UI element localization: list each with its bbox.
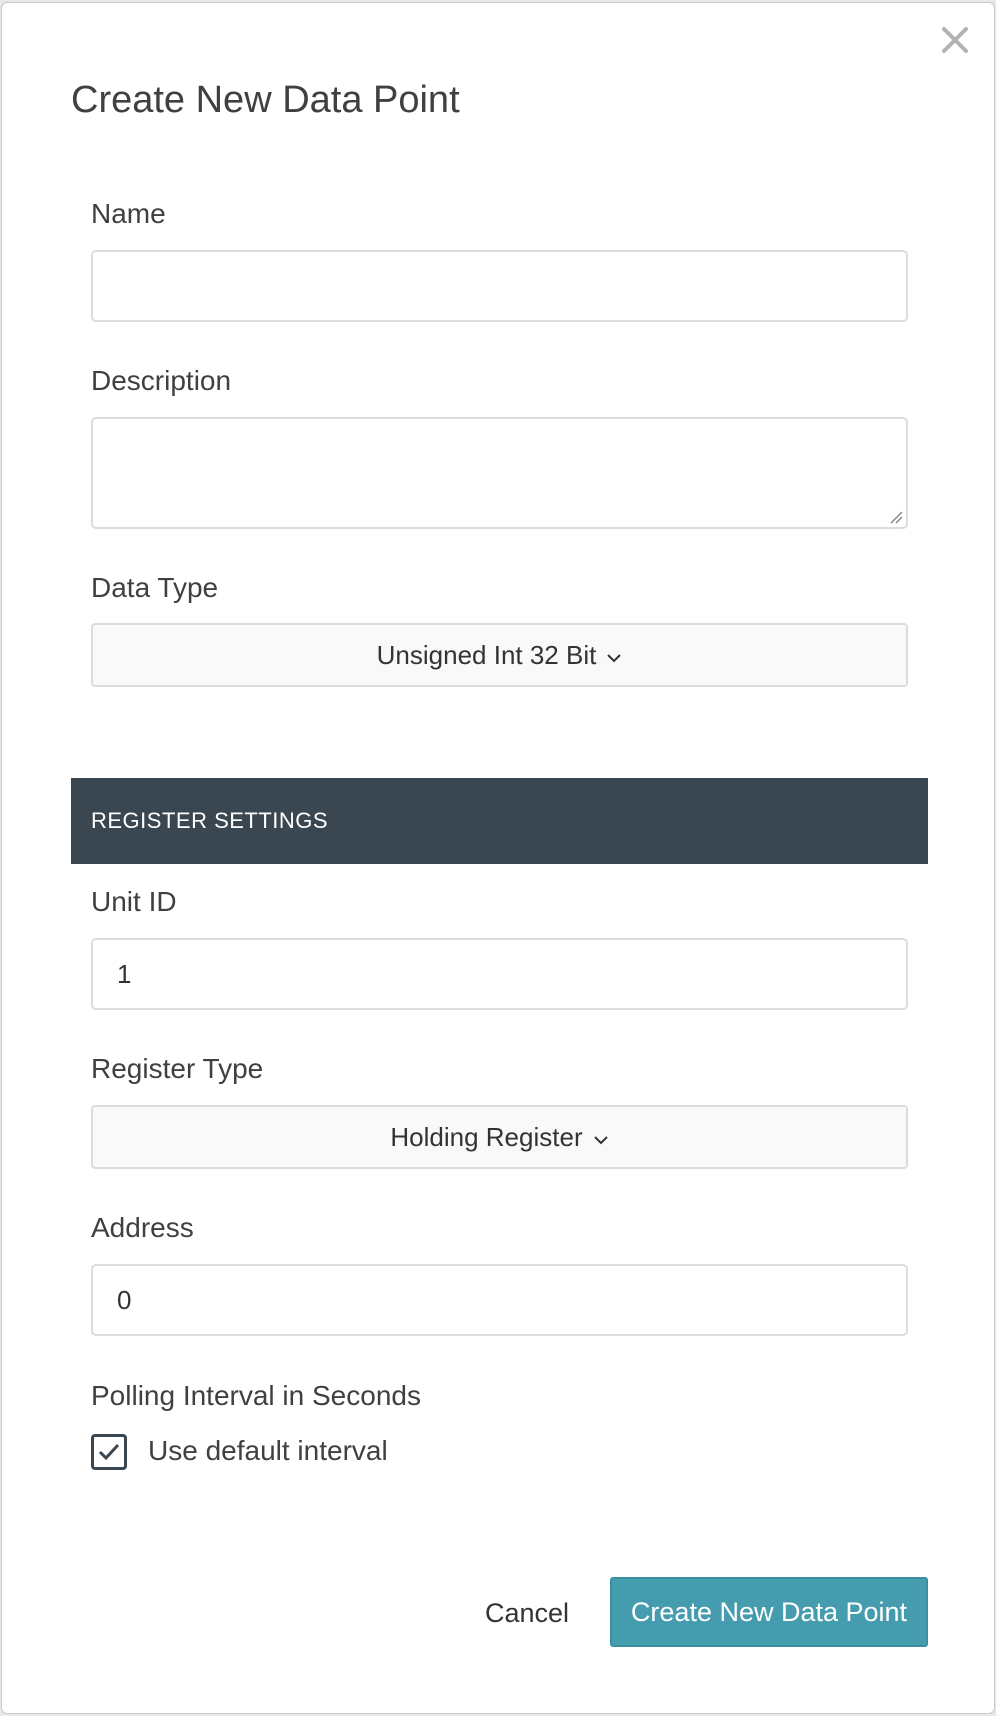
register-type-selected: Holding Register xyxy=(390,1121,583,1152)
dialog-title: Create New Data Point xyxy=(71,79,460,121)
use-default-interval-label[interactable]: Use default interval xyxy=(148,1435,388,1467)
description-textarea[interactable] xyxy=(91,417,908,529)
description-label: Description xyxy=(91,365,232,396)
name-label: Name xyxy=(91,198,166,229)
data-type-selected: Unsigned Int 32 Bit xyxy=(376,639,597,670)
name-input[interactable] xyxy=(91,250,908,322)
register-settings-title: REGISTER SETTINGS xyxy=(91,808,329,833)
checkmark-icon xyxy=(98,1443,120,1461)
data-type-select[interactable]: Unsigned Int 32 Bit xyxy=(91,623,908,687)
data-type-label: Data Type xyxy=(91,572,219,603)
register-type-label: Register Type xyxy=(91,1053,264,1084)
cancel-button[interactable]: Cancel xyxy=(474,1577,580,1649)
resize-grip-icon[interactable] xyxy=(889,510,903,524)
create-data-point-button[interactable]: Create New Data Point xyxy=(610,1577,928,1647)
close-button[interactable] xyxy=(938,23,972,57)
close-icon xyxy=(942,27,968,53)
unit-id-input[interactable] xyxy=(91,938,908,1010)
register-settings-header: REGISTER SETTINGS xyxy=(71,778,928,864)
create-data-point-dialog: Create New Data Point Name Description D… xyxy=(1,2,995,1714)
polling-interval-label: Polling Interval in Seconds xyxy=(91,1380,421,1411)
use-default-interval-checkbox[interactable] xyxy=(91,1434,127,1470)
unit-id-label: Unit ID xyxy=(91,886,177,917)
address-input[interactable] xyxy=(91,1264,908,1336)
register-type-select[interactable]: Holding Register xyxy=(91,1105,908,1169)
chevron-down-icon xyxy=(606,640,622,671)
address-label: Address xyxy=(91,1212,194,1243)
chevron-down-icon xyxy=(593,1122,609,1153)
